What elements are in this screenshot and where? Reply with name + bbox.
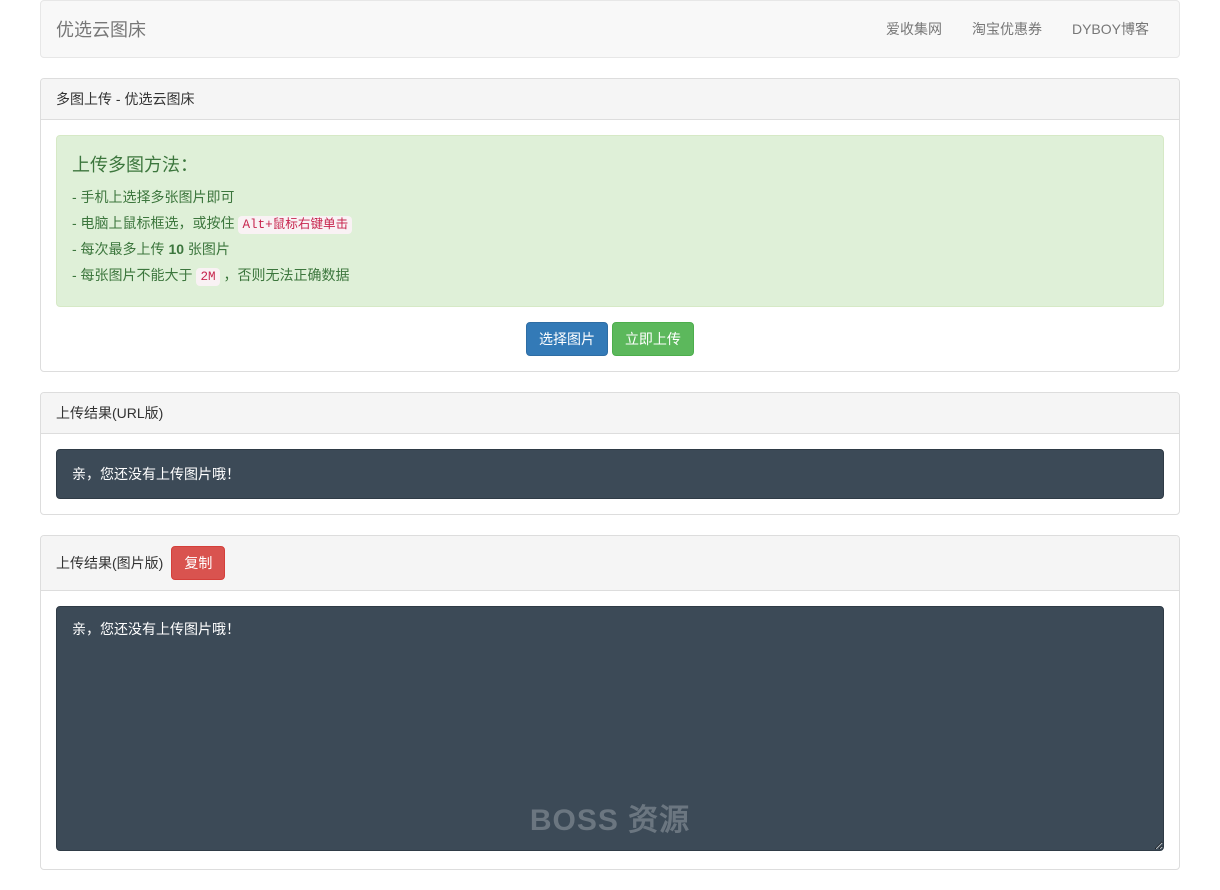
url-result-panel: 上传结果(URL版) 亲，您还没有上传图片哦！ bbox=[40, 392, 1180, 515]
image-result-textarea-wrap: BOSS 资源 bbox=[56, 606, 1164, 854]
nav-link-dyboy[interactable]: DYBOY博客 bbox=[1057, 4, 1164, 54]
brand[interactable]: 优选云图床 bbox=[56, 1, 146, 57]
copy-button[interactable]: 复制 bbox=[171, 546, 225, 580]
code-2m: 2M bbox=[196, 268, 219, 286]
image-result-textarea[interactable] bbox=[56, 606, 1164, 851]
url-result-body: 亲，您还没有上传图片哦！ bbox=[41, 434, 1179, 514]
image-result-panel: 上传结果(图片版) 复制 BOSS 资源 bbox=[40, 535, 1180, 870]
upload-panel-body: 上传多图方法： - 手机上选择多张图片即可 - 电脑上鼠标框选，或按住 Alt+… bbox=[41, 120, 1179, 371]
alert-title: 上传多图方法： bbox=[72, 151, 1148, 177]
nav-link-aishouji[interactable]: 爱收集网 bbox=[871, 4, 957, 54]
nav-links: 爱收集网 淘宝优惠券 DYBOY博客 bbox=[871, 4, 1164, 54]
code-alt-click: Alt+鼠标右键单击 bbox=[238, 216, 352, 234]
image-result-heading: 上传结果(图片版) 复制 bbox=[41, 536, 1179, 591]
alert-line-3: - 每次最多上传 10 张图片 bbox=[72, 239, 1148, 259]
upload-panel: 多图上传 - 优选云图床 上传多图方法： - 手机上选择多张图片即可 - 电脑上… bbox=[40, 78, 1180, 372]
image-result-heading-label: 上传结果(图片版) bbox=[56, 553, 163, 573]
alert-line-1: - 手机上选择多张图片即可 bbox=[72, 187, 1148, 207]
upload-now-button[interactable]: 立即上传 bbox=[612, 322, 694, 356]
url-result-message: 亲，您还没有上传图片哦！ bbox=[56, 449, 1164, 499]
alert-line-4: - 每张图片不能大于 2M ，否则无法正确数据 bbox=[72, 265, 1148, 285]
url-result-heading: 上传结果(URL版) bbox=[41, 393, 1179, 434]
nav-link-taobao[interactable]: 淘宝优惠券 bbox=[957, 4, 1057, 54]
alert-line-2: - 电脑上鼠标框选，或按住 Alt+鼠标右键单击 bbox=[72, 213, 1148, 233]
button-row: 选择图片 立即上传 bbox=[56, 322, 1164, 356]
navbar: 优选云图床 爱收集网 淘宝优惠券 DYBOY博客 bbox=[40, 0, 1180, 58]
select-image-button[interactable]: 选择图片 bbox=[526, 322, 608, 356]
upload-instructions-alert: 上传多图方法： - 手机上选择多张图片即可 - 电脑上鼠标框选，或按住 Alt+… bbox=[56, 135, 1164, 307]
image-result-body: BOSS 资源 bbox=[41, 591, 1179, 869]
upload-panel-heading: 多图上传 - 优选云图床 bbox=[41, 79, 1179, 120]
